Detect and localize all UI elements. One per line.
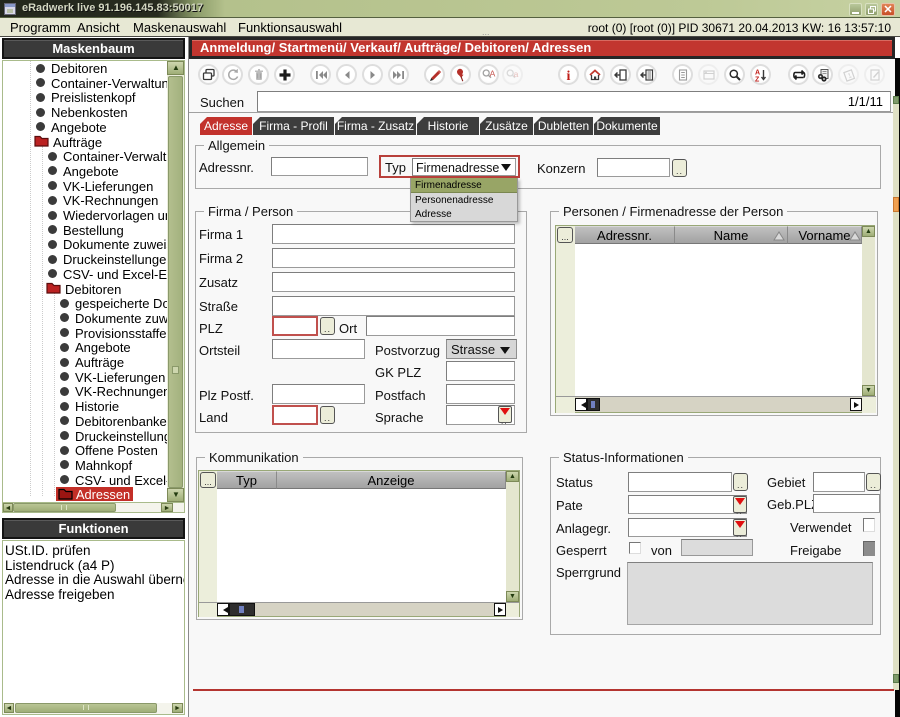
svg-text:A: A bbox=[489, 68, 495, 78]
svg-text:i: i bbox=[566, 69, 570, 82]
svg-text:a: a bbox=[513, 69, 518, 79]
svg-text:A: A bbox=[755, 69, 760, 76]
svg-text:Z: Z bbox=[755, 76, 760, 82]
